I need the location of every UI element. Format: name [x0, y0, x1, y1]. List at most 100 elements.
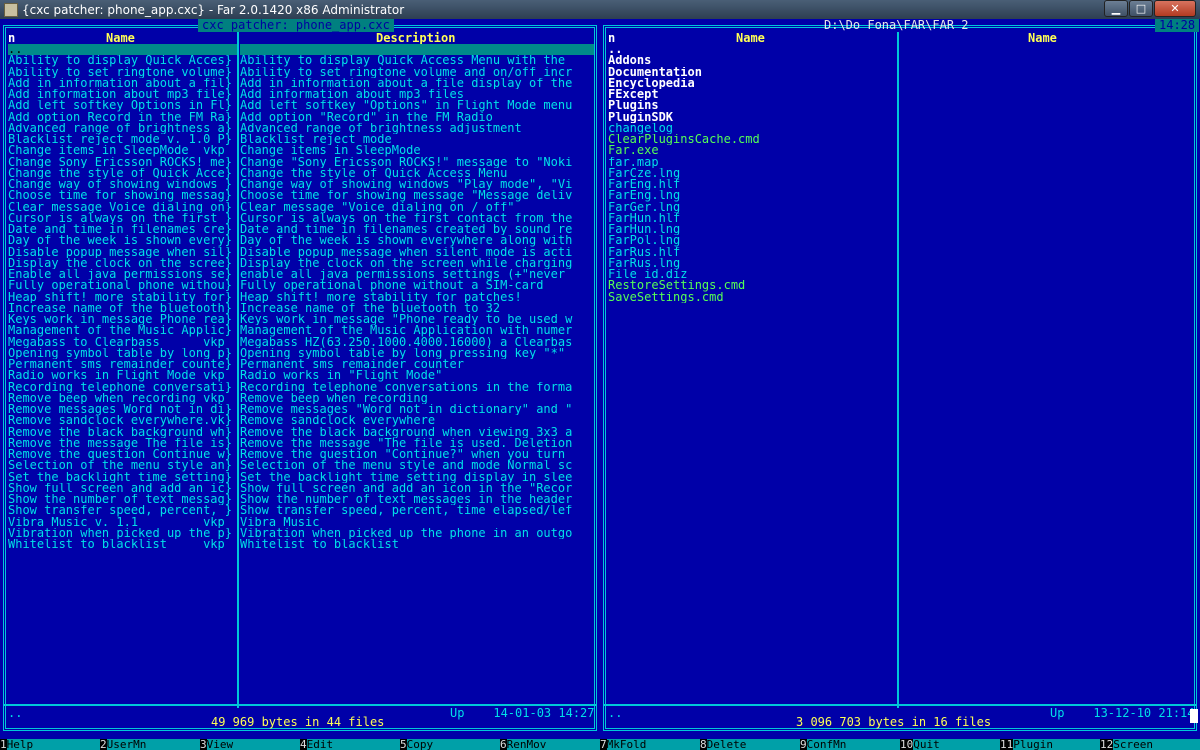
file-row-name[interactable]: Radio works in Flight Mode vkp [8, 370, 237, 381]
file-item[interactable]: changelog [608, 123, 897, 134]
file-row-name[interactable]: Blacklist reject mode v. 1.0 P} [8, 134, 237, 145]
close-button[interactable]: ✕ [1154, 0, 1196, 17]
fkey-plugin[interactable]: 11 Plugin [1000, 739, 1100, 750]
file-row-description[interactable]: Choose time for showing message "Message… [240, 190, 594, 201]
file-row-name[interactable]: Show the number of text messag} [8, 494, 237, 505]
file-row-name[interactable]: Increase name of the bluetooth} [8, 303, 237, 314]
file-row-name[interactable]: Whitelist to blacklist vkp [8, 539, 237, 550]
file-row-name[interactable]: Choose time for showing messag} [8, 190, 237, 201]
file-row-description[interactable]: Blacklist reject mode [240, 134, 594, 145]
file-row-description[interactable]: Remove the question "Continue?" when you… [240, 449, 594, 460]
file-row-name[interactable]: Megabass to Clearbass vkp [8, 337, 237, 348]
file-row-name[interactable]: Disable popup message when sil} [8, 247, 237, 258]
file-item[interactable]: ClearPluginsCache.cmd [608, 134, 897, 145]
left-col-name-header[interactable]: Name [106, 32, 135, 44]
file-row-name[interactable]: Opening symbol table by long p} [8, 348, 237, 359]
file-item[interactable]: FarPol.lng [608, 235, 897, 246]
file-row-description[interactable]: Permanent sms remainder counter [240, 359, 594, 370]
fkey-renmov[interactable]: 6 RenMov [500, 739, 600, 750]
file-row-description[interactable]: Ability to set ringtone volume and on/of… [240, 67, 594, 78]
file-row-description[interactable]: Vibra Music [240, 517, 594, 528]
fkey-edit[interactable]: 4 Edit [300, 739, 400, 750]
file-item[interactable]: Plugins [608, 100, 897, 111]
file-row-name[interactable]: Change the style of Quick Acce} [8, 168, 237, 179]
far-app-icon[interactable] [4, 2, 18, 17]
file-row-description[interactable]: Display the clock on the screen while ch… [240, 258, 594, 269]
file-row-description[interactable]: Heap shift! more stability for patches! [240, 292, 594, 303]
file-item[interactable]: FarRus.lng [608, 258, 897, 269]
file-row-name[interactable]: Ability to set ringtone volume} [8, 67, 237, 78]
file-row-description[interactable]: Day of the week is shown everywhere alon… [240, 235, 594, 246]
file-row-description[interactable]: Set the backlight time setting display i… [240, 472, 594, 483]
file-row-description[interactable]: Add option "Record" in the FM Radio [240, 112, 594, 123]
fkey-screen[interactable]: 12 Screen [1100, 739, 1200, 750]
file-row-description[interactable] [240, 44, 594, 56]
file-row-name[interactable]: Vibration when picked up the p} [8, 528, 237, 539]
file-row-name[interactable]: Remove the question Continue w} [8, 449, 237, 460]
file-row-name[interactable]: Permanent sms remainder counte} [8, 359, 237, 370]
file-row-description[interactable]: Show the number of text messages in the … [240, 494, 594, 505]
fkey-help[interactable]: 1 Help [0, 739, 100, 750]
right-panel[interactable]: D:\Do Fona\FAR\FAR 2 14:28 n Name Name .… [600, 19, 1200, 739]
file-item[interactable]: .. [608, 44, 897, 55]
file-item[interactable]: FarHun.lng [608, 224, 897, 235]
file-item[interactable]: Addons [608, 55, 897, 66]
file-row-description[interactable]: Clear message "Voice dialing on / off" [240, 202, 594, 213]
file-row-name[interactable]: Set the backlight time setting} [8, 472, 237, 483]
file-item[interactable]: Documentation [608, 67, 897, 78]
file-row-description[interactable]: Change the style of Quick Access Menu [240, 168, 594, 179]
file-row-name[interactable]: .. [8, 44, 237, 56]
file-row-description[interactable]: Ability to display Quick Access Menu wit… [240, 55, 594, 66]
file-item[interactable]: FarHun.hlf [608, 213, 897, 224]
fkey-delete[interactable]: 8 Delete [700, 739, 800, 750]
file-row-description[interactable]: Show full screen and add an icon in the … [240, 483, 594, 494]
file-row-name[interactable]: Add left softkey Options in Fl} [8, 100, 237, 111]
file-row-name[interactable]: Vibra Music v. 1.1 vkp [8, 517, 237, 528]
file-row-description[interactable]: Megabass HZ(63.250.1000.4000.16000) a Cl… [240, 337, 594, 348]
file-item[interactable]: SaveSettings.cmd [608, 292, 897, 303]
left-col-desc-header[interactable]: Description [376, 32, 455, 44]
file-item[interactable]: RestoreSettings.cmd [608, 280, 897, 291]
file-row-name[interactable]: Day of the week is shown every} [8, 235, 237, 246]
file-row-name[interactable]: Management of the Music Applic} [8, 325, 237, 336]
file-row-description[interactable]: Add left softkey "Options" in Flight Mod… [240, 100, 594, 111]
left-col-n-header[interactable]: n [8, 32, 15, 44]
file-row-name[interactable]: Change way of showing windows } [8, 179, 237, 190]
file-row-description[interactable]: Change "Sony Ericsson ROCKS!" message to… [240, 157, 594, 168]
file-row-name[interactable]: Remove the black background wh} [8, 427, 237, 438]
file-row-description[interactable]: Increase name of the bluetooth to 32 [240, 303, 594, 314]
right-col-name-header[interactable]: Name [736, 32, 765, 44]
file-row-description[interactable]: Remove the black background when viewing… [240, 427, 594, 438]
file-row-name[interactable]: Display the clock on the scree} [8, 258, 237, 269]
file-item[interactable]: Encyclopedia [608, 78, 897, 89]
file-row-description[interactable]: enable all java permissions settings (+"… [240, 269, 594, 280]
file-row-name[interactable]: Change Sony Ericsson ROCKS! me} [8, 157, 237, 168]
right-col-n-header[interactable]: n [608, 32, 615, 44]
file-row-name[interactable]: Enable all java permissions se} [8, 269, 237, 280]
file-row-description[interactable]: Management of the Music Application with… [240, 325, 594, 336]
fkey-copy[interactable]: 5 Copy [400, 739, 500, 750]
file-item[interactable]: PluginSDK [608, 112, 897, 123]
fkey-usermn[interactable]: 2 UserMn [100, 739, 200, 750]
file-item[interactable]: FarEng.lng [608, 190, 897, 201]
file-row-description[interactable]: Advanced range of brightness adjustment [240, 123, 594, 134]
right-col-name2-header[interactable]: Name [1028, 32, 1057, 44]
file-row-description[interactable]: Disable popup message when silent mode i… [240, 247, 594, 258]
file-item[interactable]: FExcept [608, 89, 897, 100]
file-row-description[interactable]: Remove messages "Word not in dictionary"… [240, 404, 594, 415]
file-item[interactable]: Far.exe [608, 145, 897, 156]
file-row-description[interactable]: Radio works in "Flight Mode" [240, 370, 594, 381]
file-row-description[interactable]: Add in information about a file display … [240, 78, 594, 89]
file-row-description[interactable]: Show transfer speed, percent, time elaps… [240, 505, 594, 516]
file-row-description[interactable]: Date and time in filenames created by so… [240, 224, 594, 235]
file-row-description[interactable]: Whitelist to blacklist [240, 539, 594, 550]
file-row-description[interactable]: Add information about mp3 files [240, 89, 594, 100]
file-row-name[interactable]: Heap shift! more stability for} [8, 292, 237, 303]
file-row-name[interactable]: Show transfer speed, percent, } [8, 505, 237, 516]
left-panel[interactable]: cxc patcher: phone_app.cxc n Name Descri… [0, 19, 600, 739]
file-item[interactable]: File_id.diz [608, 269, 897, 280]
file-row-name[interactable]: Keys work in message Phone rea} [8, 314, 237, 325]
scroll-thumb[interactable] [1190, 709, 1198, 723]
file-row-name[interactable]: Add in information about a fil} [8, 78, 237, 89]
file-item[interactable]: far.map [608, 157, 897, 168]
